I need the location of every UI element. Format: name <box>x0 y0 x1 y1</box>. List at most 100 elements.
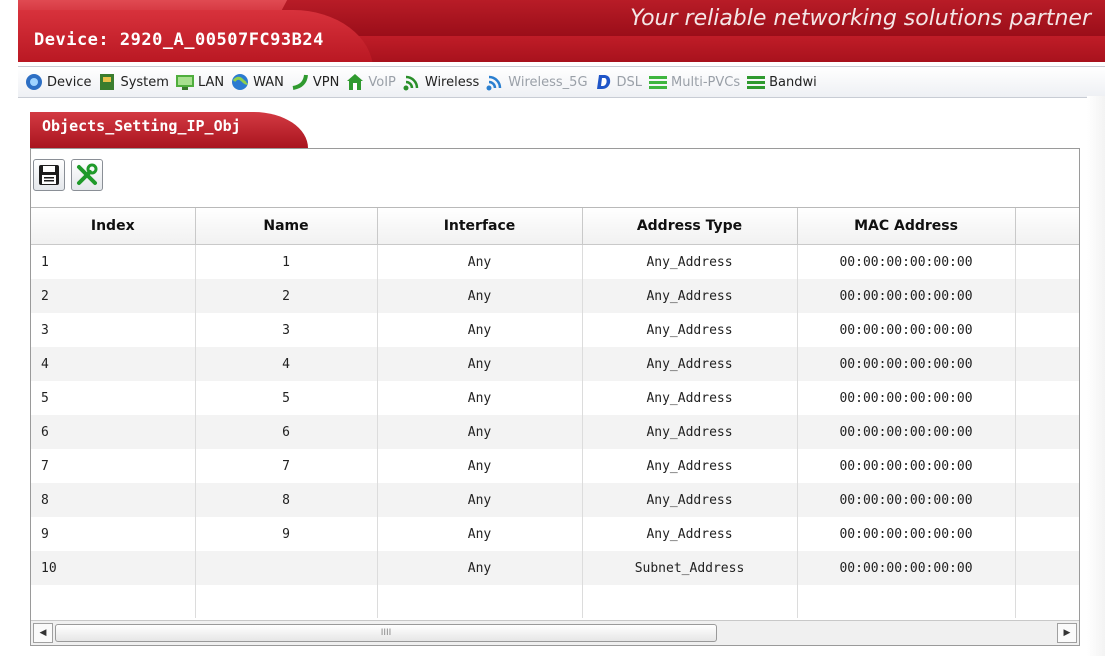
cell-index: 1 <box>31 244 196 279</box>
toolbar-label: System <box>120 74 169 90</box>
table-row[interactable]: 5 5 Any Any_Address 00:00:00:00:00:00 <box>31 381 1079 415</box>
scroll-left-icon[interactable]: ◀ <box>33 623 53 643</box>
slogan-text: Your reliable networking solutions partn… <box>630 6 1091 31</box>
cell-mac-address: 00:00:00:00:00:00 <box>797 381 1016 415</box>
section-title: Objects_Setting_IP_Obj <box>30 112 308 148</box>
cell-mac-address: 00:00:00:00:00:00 <box>797 244 1016 279</box>
cell-address-type: Any_Address <box>582 347 798 381</box>
cell-extra <box>1015 483 1079 517</box>
table-row[interactable]: 10 Any Subnet_Address 00:00:00:00:00:00 <box>31 551 1079 585</box>
cell-interface: Any <box>377 483 583 517</box>
toolbar-label: LAN <box>197 74 225 90</box>
tools-button[interactable] <box>71 159 103 191</box>
cell-name <box>195 551 378 585</box>
cell-extra <box>1015 313 1079 347</box>
table-row[interactable]: 3 3 Any Any_Address 00:00:00:00:00:00 <box>31 313 1079 347</box>
right-edge-shadow <box>1087 96 1105 656</box>
table-row[interactable]: 8 8 Any Any_Address 00:00:00:00:00:00 <box>31 483 1079 517</box>
horizontal-scrollbar[interactable]: ◀ IIII ▶ <box>31 620 1079 645</box>
toolbar-label: WAN <box>253 74 284 90</box>
cell-address-type: Any_Address <box>582 415 798 449</box>
toolbar-item-system[interactable]: System <box>97 72 169 92</box>
toolbar-item-wireless[interactable]: Wireless <box>402 72 479 92</box>
objects-grid: Index Name Interface Address Type MAC Ad… <box>31 207 1079 618</box>
cell-name: 4 <box>195 347 378 381</box>
cell-name: 1 <box>195 244 378 279</box>
header-banner: Device: 2920_A_00507FC93B24 Your reliabl… <box>18 0 1105 62</box>
table-row[interactable]: 1 1 Any Any_Address 00:00:00:00:00:00 <box>31 244 1079 279</box>
cell-extra <box>1015 415 1079 449</box>
cell-index: 3 <box>31 313 196 347</box>
toolbar-item-device[interactable]: Device <box>24 72 91 92</box>
cell-mac-address: 00:00:00:00:00:00 <box>797 347 1016 381</box>
column-header-name[interactable]: Name <box>195 208 378 245</box>
save-icon <box>39 165 59 185</box>
cell-index: 9 <box>31 517 196 551</box>
toolbar-label: Device <box>47 74 92 90</box>
cell-extra <box>1015 517 1079 551</box>
cell-name: 6 <box>195 415 378 449</box>
action-bar <box>33 159 103 193</box>
cell-mac-address: 00:00:00:00:00:00 <box>797 415 1016 449</box>
scroll-thumb[interactable]: IIII <box>55 624 717 642</box>
toolbar-item-dsl[interactable]: DSL <box>594 72 643 92</box>
cell-interface <box>377 585 583 618</box>
cell-extra <box>1015 551 1079 585</box>
column-header-mac-address[interactable]: MAC Address <box>797 208 1016 245</box>
toolbar-item-voip[interactable]: VoIP <box>345 72 396 92</box>
toolbar-label: VoIP <box>368 74 396 90</box>
column-header-index[interactable]: Index <box>31 208 196 245</box>
cell-interface: Any <box>377 449 583 483</box>
cell-name: 8 <box>195 483 378 517</box>
cell-address-type: Any_Address <box>582 381 798 415</box>
cell-name: 9 <box>195 517 378 551</box>
cell-interface: Any <box>377 551 583 585</box>
toolbar-label: Multi-PVCs <box>671 74 741 90</box>
toolbar-item-multi-pvcs[interactable]: Multi-PVCs <box>648 72 740 92</box>
table-row[interactable]: 2 2 Any Any_Address 00:00:00:00:00:00 <box>31 279 1079 313</box>
toolbar-item-wireless-5g[interactable]: Wireless_5G <box>485 72 588 92</box>
toolbar-label: Wireless <box>424 74 480 90</box>
lan-icon <box>175 75 194 90</box>
cell-index: 7 <box>31 449 196 483</box>
table-row[interactable]: 6 6 Any Any_Address 00:00:00:00:00:00 <box>31 415 1079 449</box>
cell-mac-address: 00:00:00:00:00:00 <box>797 449 1016 483</box>
cell-address-type: Any_Address <box>582 244 798 279</box>
cell-address-type: Any_Address <box>582 279 798 313</box>
voip-icon <box>347 74 364 90</box>
device-title: Device: 2920_A_00507FC93B24 <box>34 30 324 50</box>
main-toolbar: Device System LAN WAN VPN VoIP Wireless … <box>18 66 1105 98</box>
objects-panel: Index Name Interface Address Type MAC Ad… <box>30 148 1080 646</box>
table-row[interactable]: 9 9 Any Any_Address 00:00:00:00:00:00 <box>31 517 1079 551</box>
cell-interface: Any <box>377 347 583 381</box>
toolbar-label: DSL <box>616 74 643 90</box>
cell-name: 7 <box>195 449 378 483</box>
toolbar-item-vpn[interactable]: VPN <box>290 72 339 92</box>
toolbar-item-lan[interactable]: LAN <box>175 72 224 92</box>
column-header-extra[interactable] <box>1015 208 1079 245</box>
toolbar-item-bandwidth[interactable]: Bandwi <box>746 72 817 92</box>
cell-address-type <box>582 585 798 618</box>
toolbar-label: VPN <box>312 74 340 90</box>
toolbar-label: Wireless_5G <box>508 74 588 90</box>
cell-name: 5 <box>195 381 378 415</box>
cell-address-type: Any_Address <box>582 449 798 483</box>
cell-mac-address: 00:00:00:00:00:00 <box>797 517 1016 551</box>
cell-name: 3 <box>195 313 378 347</box>
table-row[interactable]: 4 4 Any Any_Address 00:00:00:00:00:00 <box>31 347 1079 381</box>
scroll-right-icon[interactable]: ▶ <box>1057 623 1077 643</box>
cell-name <box>195 585 378 618</box>
cell-index <box>31 585 196 618</box>
save-button[interactable] <box>33 159 65 191</box>
table-row[interactable]: 7 7 Any Any_Address 00:00:00:00:00:00 <box>31 449 1079 483</box>
cell-extra <box>1015 279 1079 313</box>
device-icon <box>26 74 42 90</box>
column-header-address-type[interactable]: Address Type <box>582 208 798 245</box>
toolbar-item-wan[interactable]: WAN <box>230 72 284 92</box>
column-header-interface[interactable]: Interface <box>377 208 583 245</box>
wireless-icon <box>403 75 419 91</box>
cell-index: 2 <box>31 279 196 313</box>
cell-mac-address: 00:00:00:00:00:00 <box>797 279 1016 313</box>
table-row[interactable] <box>31 585 1079 618</box>
cell-interface: Any <box>377 517 583 551</box>
